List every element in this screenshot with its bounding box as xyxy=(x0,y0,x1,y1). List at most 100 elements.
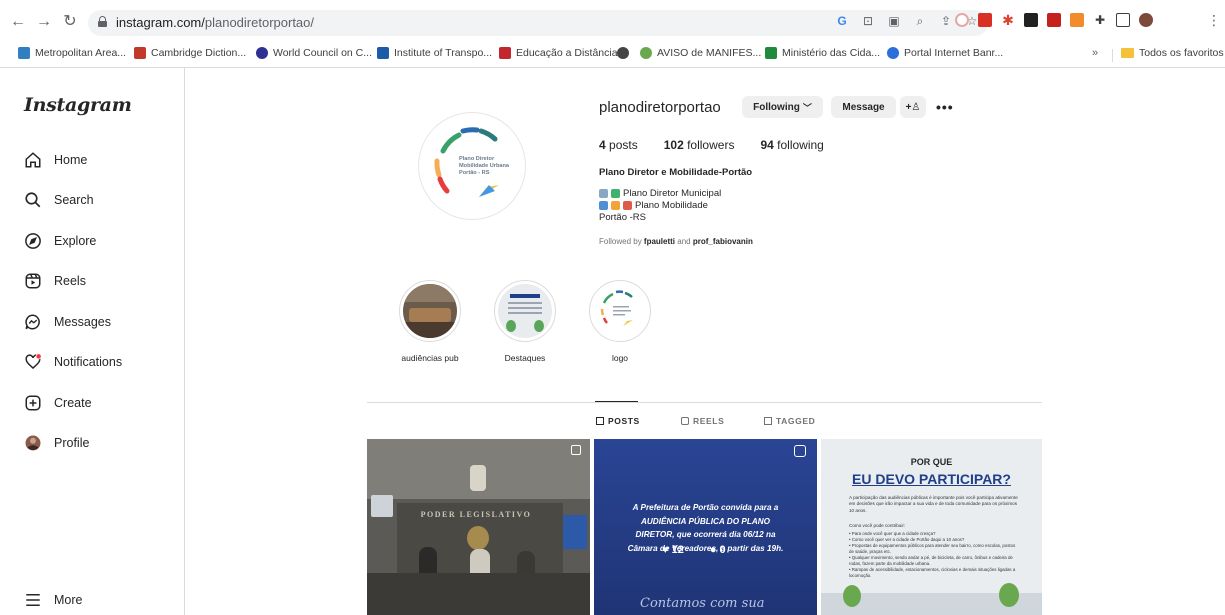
browser-chrome: ← → ↻ instagram.com/planodiretorportao/ … xyxy=(0,0,1225,68)
bike-emoji-icon xyxy=(623,201,632,210)
home-icon xyxy=(24,151,42,169)
pdf-extension-icon[interactable] xyxy=(978,13,992,27)
suggest-users-button[interactable]: +♙ xyxy=(900,96,926,118)
folder-icon xyxy=(1121,48,1134,58)
sc-extension-icon[interactable] xyxy=(1070,13,1084,27)
desk xyxy=(367,573,590,615)
sidebar-item-explore[interactable]: Explore xyxy=(24,229,96,253)
install-app-icon[interactable]: ▣ xyxy=(886,14,902,29)
bookmark-item[interactable]: Educação a Distância xyxy=(499,47,618,59)
bookmark-item[interactable]: Portal Internet Banr... xyxy=(887,47,1003,59)
sidebar-item-search[interactable]: Search xyxy=(24,188,94,212)
share-icon[interactable]: ⇪ xyxy=(938,14,954,29)
google-lens-icon[interactable]: G xyxy=(834,14,850,29)
dark-extension-icon[interactable] xyxy=(1024,13,1038,27)
chevron-down-icon: ﹀ xyxy=(802,102,812,113)
grid-icon xyxy=(596,417,604,425)
star-extension-icon[interactable]: ✱ xyxy=(1001,13,1015,27)
bookmark-item[interactable]: AVISO de MANIFES... xyxy=(640,47,761,59)
tabs-divider xyxy=(367,402,1042,403)
bookmark-favicon xyxy=(377,47,389,59)
bio-text: Portão -RS xyxy=(599,212,646,223)
sidebar-item-label: Profile xyxy=(54,436,90,450)
all-bookmarks-folder[interactable]: Todos os favoritos xyxy=(1121,47,1224,59)
sidebar-item-label: Reels xyxy=(54,274,86,288)
following-label: following xyxy=(777,138,824,152)
post-title-big: EU DEVO PARTICIPAR? xyxy=(852,471,1011,487)
comments-stat: ● 0 xyxy=(709,544,726,556)
extension-dots-icon[interactable] xyxy=(955,13,969,27)
highlight-item[interactable]: audiências pub xyxy=(398,280,462,363)
browser-profile-avatar[interactable] xyxy=(1139,13,1153,27)
browser-menu-icon[interactable]: ⋮ xyxy=(1207,12,1221,29)
highlight-item[interactable]: logo xyxy=(588,280,652,363)
highlight-ring xyxy=(399,280,461,342)
bookmark-item[interactable]: Metropolitan Area... xyxy=(18,47,126,59)
url-host: instagram.com/ xyxy=(116,15,205,30)
url-text[interactable]: instagram.com/planodiretorportao/ xyxy=(116,15,314,30)
following-count: 94 xyxy=(760,138,774,152)
post-thumbnail[interactable]: A Prefeitura de Portão convida para a AU… xyxy=(594,439,817,615)
sidebar-item-more[interactable]: More xyxy=(24,588,82,612)
bio-line: Plano Diretor Municipal xyxy=(599,188,721,199)
followed-user[interactable]: prof_fabiovanin xyxy=(693,237,753,246)
person xyxy=(517,551,535,575)
puzzle-extensions-icon[interactable]: ✚ xyxy=(1093,13,1107,27)
profile-avatar-large[interactable]: Plano Diretor Mobilidade Urbana Portão -… xyxy=(418,112,526,220)
bookmark-favicon xyxy=(887,47,899,59)
following-button[interactable]: Following ﹀ xyxy=(742,96,823,118)
bookmark-item[interactable]: World Council on C... xyxy=(256,47,372,59)
bookmarks-bar: Metropolitan Area... Cambridge Diction..… xyxy=(0,44,1225,66)
bookmark-label: AVISO de MANIFES... xyxy=(657,47,762,59)
tab-tagged[interactable]: TAGGED xyxy=(764,416,815,426)
bookmark-favicon xyxy=(134,47,146,59)
address-bar[interactable]: instagram.com/planodiretorportao/ G ⊡ ▣ … xyxy=(88,10,988,36)
profile-avatar xyxy=(24,434,42,452)
profile-stats: 4 posts 102 followers 94 following xyxy=(599,138,824,152)
pen-emoji-icon xyxy=(611,189,620,198)
following-stat[interactable]: 94 following xyxy=(760,138,823,152)
sidebar-item-reels[interactable]: Reels xyxy=(24,269,86,293)
highlight-ring xyxy=(589,280,651,342)
followed-user[interactable]: fpauletti xyxy=(644,237,675,246)
post-hover-stats: ♥ 12 ● 0 xyxy=(662,544,726,556)
bookmark-item[interactable] xyxy=(617,47,629,59)
sidepanel-icon[interactable] xyxy=(1116,13,1130,27)
sidebar-item-label: Messages xyxy=(54,315,111,329)
highlight-item[interactable]: Destaques xyxy=(493,280,557,363)
bookmark-favicon xyxy=(765,47,777,59)
translate-icon[interactable]: ⊡ xyxy=(860,14,876,29)
instagram-logo[interactable]: Instagram xyxy=(24,94,132,116)
bookmarks-overflow-button[interactable]: » xyxy=(1092,47,1098,59)
profile-username: planodiretorportao xyxy=(599,99,721,116)
ceiling-lamp xyxy=(470,465,486,491)
bookmark-item[interactable]: Institute of Transpo... xyxy=(377,47,492,59)
sidebar-item-messages[interactable]: Messages xyxy=(24,310,111,334)
back-arrow-icon[interactable]: ← xyxy=(8,12,28,32)
post-thumbnail[interactable]: POR QUE EU DEVO PARTICIPAR? A participaç… xyxy=(821,439,1042,615)
sidebar-item-create[interactable]: Create xyxy=(24,391,92,415)
tab-reels[interactable]: REELS xyxy=(681,416,724,426)
person xyxy=(470,549,490,575)
posts-count: 4 xyxy=(599,138,606,152)
zoom-icon[interactable]: ⌕ xyxy=(912,14,928,29)
followers-stat[interactable]: 102 followers xyxy=(664,138,735,152)
highlight-label: Destaques xyxy=(504,353,546,363)
bookmark-item[interactable]: Cambridge Diction... xyxy=(134,47,246,59)
post-thumbnail[interactable]: PODER LEGISLATIVO xyxy=(367,439,590,615)
reload-icon[interactable]: ↻ xyxy=(60,12,80,32)
bookmark-item[interactable]: Ministério das Cida... xyxy=(765,47,880,59)
mail-extension-icon[interactable] xyxy=(1047,13,1061,27)
bullet-text: Rampas de acessibilidade, estacionamento… xyxy=(849,567,1016,578)
more-options-icon[interactable]: ••• xyxy=(936,99,954,115)
bookmark-favicon xyxy=(256,47,268,59)
tab-label: TAGGED xyxy=(776,416,816,426)
forward-arrow-icon[interactable]: → xyxy=(34,12,54,32)
tagged-icon xyxy=(764,417,772,425)
tab-posts[interactable]: POSTS xyxy=(596,416,640,426)
sidebar-item-profile[interactable]: Profile xyxy=(24,431,89,455)
message-button[interactable]: Message xyxy=(831,96,896,118)
sidebar-item-notifications[interactable]: Notifications xyxy=(24,350,122,374)
followed-by[interactable]: Followed by fpauletti and prof_fabiovani… xyxy=(599,237,753,246)
sidebar-item-home[interactable]: Home xyxy=(24,148,87,172)
